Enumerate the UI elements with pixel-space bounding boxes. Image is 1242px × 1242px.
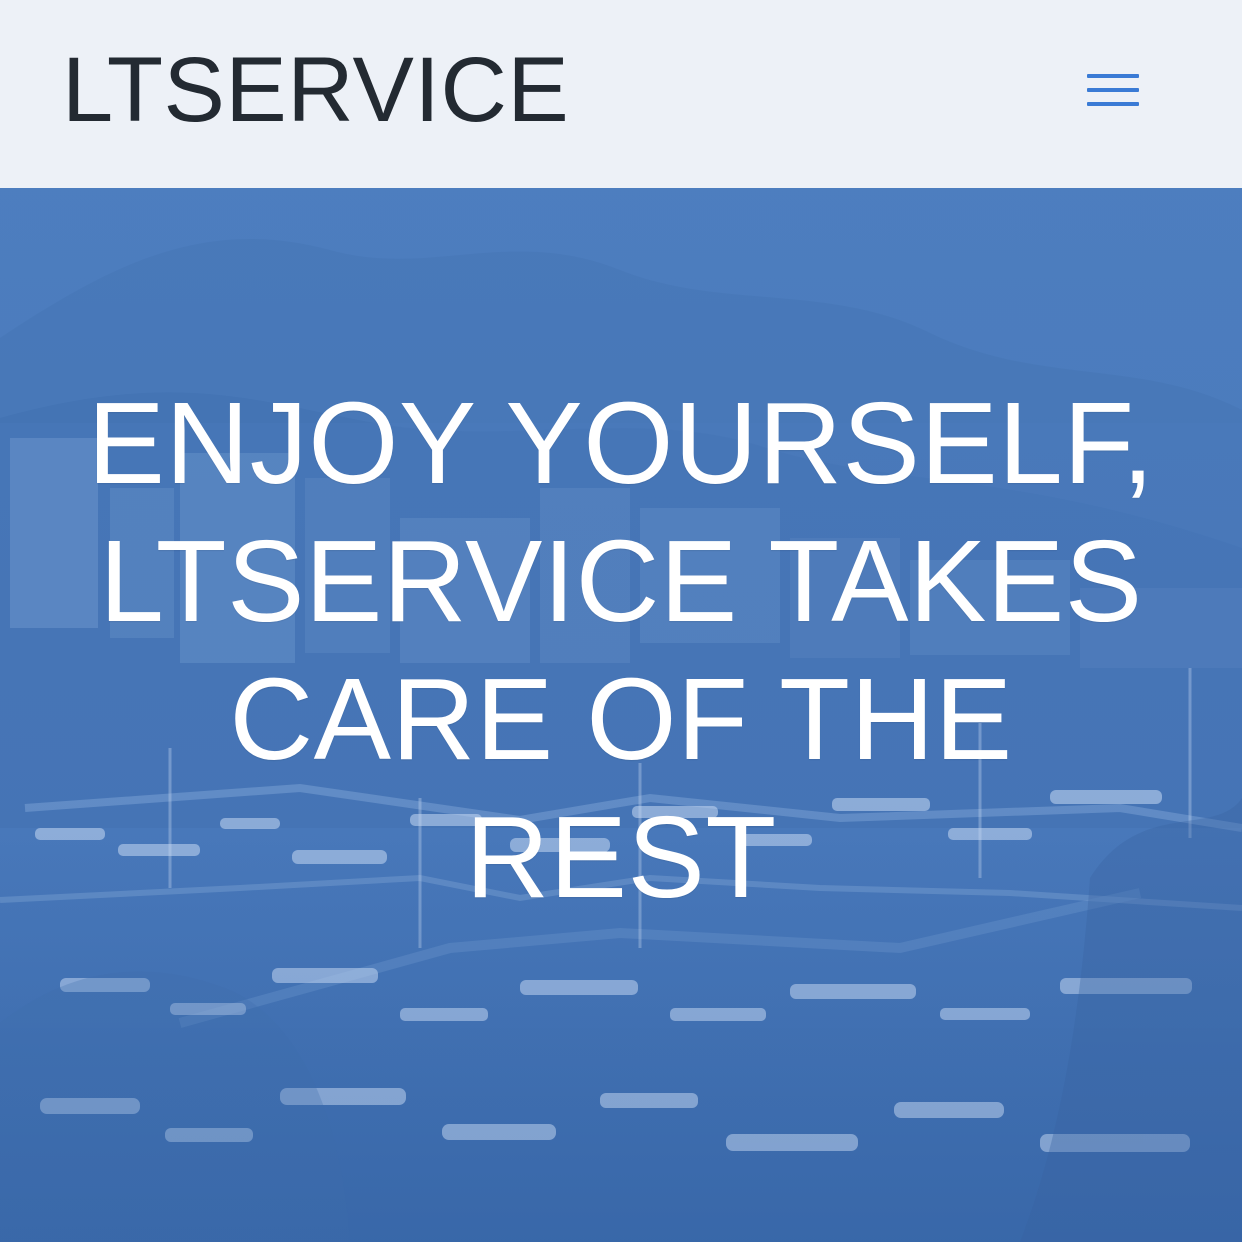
- hero-section: ENJOY YOURSELF, LTSERVICE TAKES CARE OF …: [0, 188, 1242, 1242]
- menu-line-middle: [1087, 88, 1139, 92]
- menu-line-bottom: [1087, 102, 1139, 106]
- site-header: LTSERVICE: [0, 0, 1242, 188]
- menu-button[interactable]: [1079, 64, 1145, 116]
- site-logo[interactable]: LTSERVICE: [62, 44, 569, 136]
- menu-line-top: [1087, 74, 1139, 78]
- hero-title: ENJOY YOURSELF, LTSERVICE TAKES CARE OF …: [87, 378, 1155, 922]
